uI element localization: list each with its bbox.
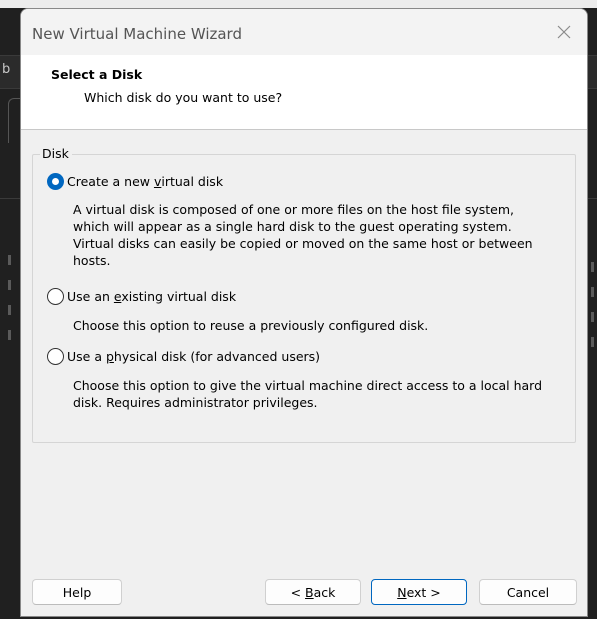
- help-button[interactable]: Help: [32, 579, 122, 605]
- radio-create-new-virtual-disk[interactable]: Create a new virtual disk: [47, 173, 223, 190]
- option-description: A virtual disk is composed of one or mor…: [73, 201, 533, 269]
- dialog-title: New Virtual Machine Wizard: [32, 25, 242, 43]
- next-button[interactable]: Next >: [371, 579, 467, 605]
- background-mark: [8, 330, 11, 340]
- button-label: Help: [62, 584, 92, 600]
- label-text: ack: [313, 584, 336, 600]
- page-subtitle: Which disk do you want to use?: [84, 90, 283, 105]
- group-label: Disk: [40, 146, 72, 161]
- description-line: which will appear as a single hard disk …: [73, 219, 512, 234]
- radio-button[interactable]: [47, 348, 64, 365]
- label-text: irtual disk: [161, 174, 224, 189]
- background-mark: [591, 287, 594, 297]
- background-text: b: [2, 62, 11, 77]
- radio-label: Create a new virtual disk: [67, 174, 223, 189]
- background-mark: [591, 312, 594, 322]
- description-line: Choose this option to give the virtual m…: [73, 378, 543, 393]
- close-button[interactable]: [549, 19, 579, 45]
- label-mnemonic: B: [305, 584, 314, 600]
- close-icon: [557, 25, 571, 39]
- radio-label: Use an existing virtual disk: [67, 289, 236, 304]
- page-title: Select a Disk: [51, 67, 143, 82]
- button-label: Cancel: [506, 584, 550, 600]
- radio-use-physical-disk[interactable]: Use a physical disk (for advanced users): [47, 348, 320, 365]
- radio-button-selected[interactable]: [47, 173, 64, 190]
- button-label: < Back: [291, 585, 336, 600]
- label-text: xisting virtual disk: [121, 289, 237, 304]
- background-mark: [8, 305, 11, 315]
- description-line: Virtual disks can easily be copied or mo…: [73, 236, 533, 251]
- radio-label: Use a physical disk (for advanced users): [67, 349, 320, 364]
- label-text: Create a new: [67, 174, 154, 189]
- label-mnemonic: N: [397, 584, 407, 600]
- option-description: Choose this option to give the virtual m…: [73, 377, 542, 411]
- cancel-button[interactable]: Cancel: [479, 579, 577, 605]
- button-label: Next >: [397, 585, 441, 600]
- background-mark: [591, 337, 594, 347]
- label-text: Use a: [67, 349, 106, 364]
- label-text: hysical disk (for advanced users): [113, 349, 321, 364]
- wizard-header: Select a Disk Which disk do you want to …: [21, 55, 587, 130]
- background-mark: [8, 255, 11, 265]
- back-button[interactable]: < Back: [265, 579, 361, 605]
- description-line: hosts.: [73, 253, 111, 268]
- background-toolbar-right: [588, 55, 597, 89]
- radio-button[interactable]: [47, 288, 64, 305]
- background-mark: [8, 280, 11, 290]
- label-mnemonic: p: [105, 349, 114, 364]
- background-titlebar: [0, 0, 597, 8]
- description-line: A virtual disk is composed of one or mor…: [73, 202, 514, 217]
- dialog-titlebar: New Virtual Machine Wizard: [21, 9, 587, 55]
- label-text: <: [290, 584, 306, 600]
- option-description: Choose this option to reuse a previously…: [73, 317, 428, 334]
- background-mark: [591, 262, 594, 272]
- label-text: ext >: [406, 584, 441, 600]
- description-line: Choose this option to reuse a previously…: [73, 318, 429, 333]
- description-line: disk. Requires administrator privileges.: [73, 395, 318, 410]
- radio-use-existing-virtual-disk[interactable]: Use an existing virtual disk: [47, 288, 236, 305]
- new-vm-wizard-dialog: New Virtual Machine Wizard Select a Disk…: [20, 8, 588, 617]
- label-text: Use an: [67, 289, 114, 304]
